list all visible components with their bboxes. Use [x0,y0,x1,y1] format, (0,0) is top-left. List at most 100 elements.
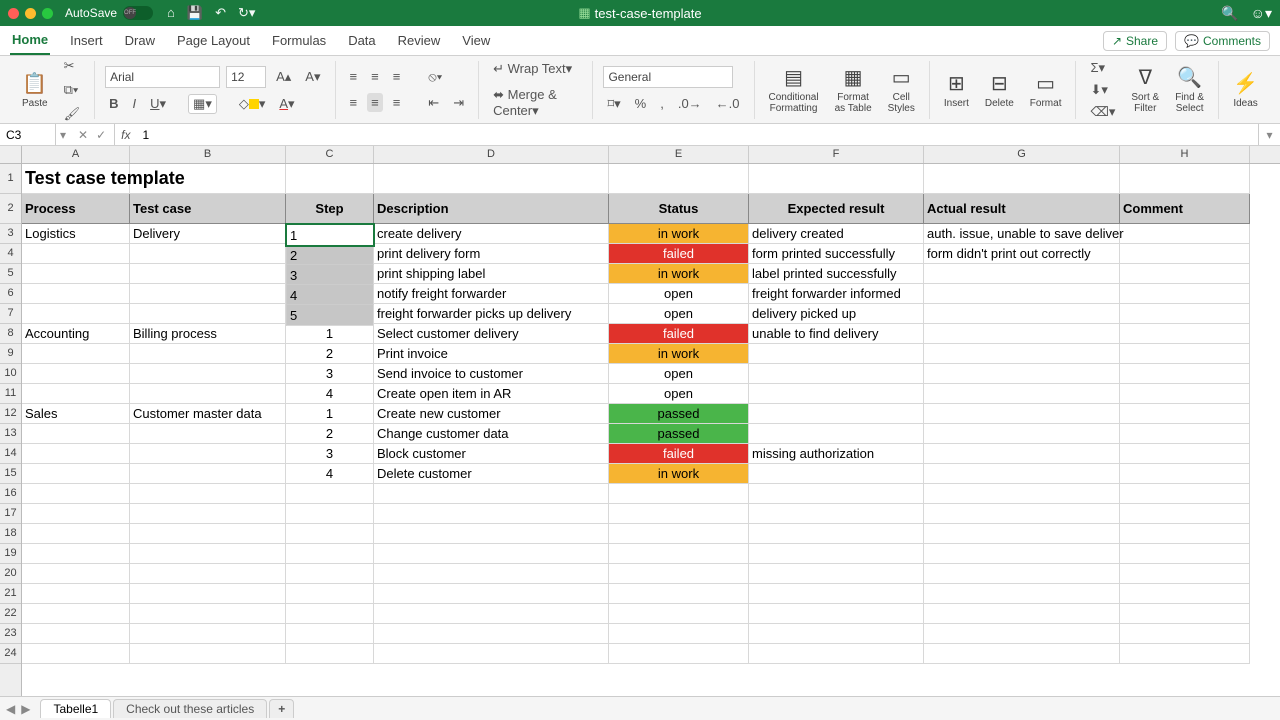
percent-icon[interactable]: % [631,94,651,113]
col-header-F[interactable]: F [749,146,924,163]
cell[interactable]: in work [609,344,749,364]
row-header[interactable]: 22 [0,604,21,624]
cell[interactable] [22,524,130,544]
cell[interactable]: Print invoice [374,344,609,364]
tab-formulas[interactable]: Formulas [270,27,328,54]
cell[interactable] [749,364,924,384]
cell[interactable] [924,524,1120,544]
cell[interactable] [374,524,609,544]
cell[interactable] [924,264,1120,284]
cell[interactable] [130,624,286,644]
tab-page-layout[interactable]: Page Layout [175,27,252,54]
cell[interactable] [924,464,1120,484]
cell[interactable] [286,504,374,524]
cell[interactable] [374,504,609,524]
cell[interactable]: Delivery [130,224,286,244]
cell[interactable] [286,564,374,584]
cell[interactable] [130,604,286,624]
font-select[interactable]: Arial [105,66,220,88]
row-header[interactable]: 20 [0,564,21,584]
cell[interactable]: 3 [286,264,374,286]
cell[interactable] [130,364,286,384]
search-icon[interactable]: 🔍 [1221,5,1238,22]
clear-icon[interactable]: ⌫▾ [1086,102,1119,122]
row-header[interactable]: 16 [0,484,21,504]
cell[interactable] [609,564,749,584]
align-right-icon[interactable]: ≡ [389,93,405,112]
increase-font-icon[interactable]: A▴ [272,67,295,87]
align-top-icon[interactable]: ≡ [346,67,362,86]
cell[interactable] [749,164,924,194]
cell[interactable] [22,464,130,484]
cell[interactable]: 1 [286,404,374,424]
cell[interactable]: failed [609,244,749,264]
cell[interactable] [749,384,924,404]
row-header[interactable]: 14 [0,444,21,464]
col-header-B[interactable]: B [130,146,286,163]
merge-center-button[interactable]: ⬌ Merge & Center▾ [489,85,582,121]
decrease-font-icon[interactable]: A▾ [301,67,324,87]
row-header[interactable]: 13 [0,424,21,444]
row-header[interactable]: 21 [0,584,21,604]
cell[interactable]: 1 [286,224,374,246]
wrap-text-button[interactable]: ↵ Wrap Text▾ [489,59,576,79]
cell-styles-button[interactable]: ▭Cell Styles [884,63,919,116]
cell[interactable] [22,384,130,404]
row-header[interactable]: 23 [0,624,21,644]
cell[interactable] [130,584,286,604]
cell[interactable] [609,164,749,194]
cell[interactable] [130,544,286,564]
cell[interactable] [609,644,749,664]
cell[interactable] [609,524,749,544]
cell[interactable] [924,424,1120,444]
cell[interactable]: open [609,304,749,324]
cell[interactable] [130,564,286,584]
cell[interactable]: Description [374,194,609,224]
cell[interactable] [22,284,130,304]
currency-icon[interactable]: ⌑▾ [603,94,624,114]
cell[interactable] [1120,284,1250,304]
bold-button[interactable]: B [105,94,122,113]
cell[interactable]: Process [22,194,130,224]
cell[interactable]: 2 [286,344,374,364]
cell[interactable] [749,504,924,524]
cell[interactable]: 5 [286,304,374,326]
worksheet-grid[interactable]: 123456789101112131415161718192021222324 … [0,146,1280,696]
home-icon[interactable]: ⌂ [167,5,175,21]
tab-draw[interactable]: Draw [123,27,157,54]
cell[interactable] [22,604,130,624]
fill-color-button[interactable]: ◇▾ [235,94,270,114]
cell[interactable]: delivery picked up [749,304,924,324]
cell[interactable] [130,244,286,264]
cell[interactable] [130,164,286,194]
cell[interactable] [924,644,1120,664]
row-header[interactable]: 4 [0,244,21,264]
cell[interactable] [286,524,374,544]
cell[interactable]: delivery created [749,224,924,244]
sheet-tab-other[interactable]: Check out these articles [113,699,267,718]
cell[interactable] [924,624,1120,644]
col-header-A[interactable]: A [22,146,130,163]
cell[interactable] [609,544,749,564]
tab-view[interactable]: View [460,27,492,54]
row-header[interactable]: 6 [0,284,21,304]
cell[interactable]: Sales [22,404,130,424]
borders-button[interactable]: ▦▾ [188,94,217,114]
fill-icon[interactable]: ⬇▾ [1086,80,1119,100]
cell[interactable] [130,344,286,364]
cell[interactable] [286,584,374,604]
select-all-corner[interactable] [0,146,21,164]
row-header[interactable]: 9 [0,344,21,364]
save-icon[interactable]: 💾 [187,5,203,21]
format-painter-icon[interactable]: 🖌 [60,104,85,124]
cell[interactable] [1120,604,1250,624]
formula-input[interactable]: 1 [137,128,1259,142]
cell[interactable] [22,544,130,564]
enter-formula-icon[interactable]: ✓ [96,128,106,142]
cell[interactable] [22,244,130,264]
cell[interactable]: 4 [286,464,374,484]
cell[interactable]: form didn't print out correctly [924,244,1120,264]
cell[interactable]: Test case template [22,164,130,194]
cell[interactable] [924,584,1120,604]
format-cells-button[interactable]: ▭Format [1026,69,1066,111]
